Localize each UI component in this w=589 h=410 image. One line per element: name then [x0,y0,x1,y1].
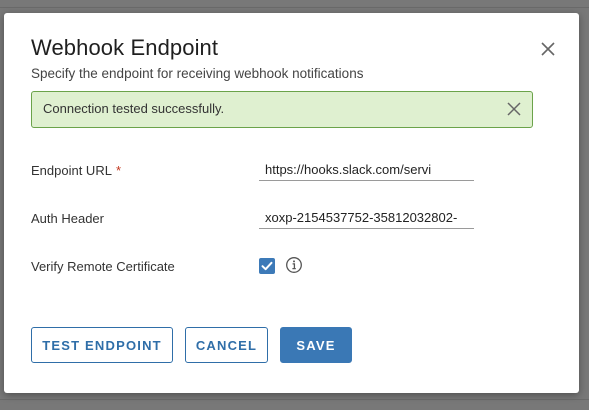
webhook-dialog: Webhook Endpoint Specify the endpoint fo… [4,13,579,393]
close-icon[interactable] [505,100,523,118]
auth-header-input[interactable] [259,207,474,229]
info-icon[interactable] [285,256,303,274]
test-endpoint-button[interactable]: TEST ENDPOINT [31,327,173,363]
dialog-title: Webhook Endpoint [31,35,219,60]
checkmark-icon [261,261,273,271]
auth-header-label: Auth Header [31,211,104,226]
backdrop-divider [0,7,589,8]
close-icon[interactable] [538,39,558,59]
backdrop-divider [0,399,589,400]
endpoint-url-label: Endpoint URL * [31,163,121,178]
endpoint-url-label-text: Endpoint URL [31,163,112,178]
save-button[interactable]: SAVE [280,327,352,363]
verify-certificate-label: Verify Remote Certificate [31,259,175,274]
success-alert: Connection tested successfully. [31,91,533,128]
cancel-button[interactable]: CANCEL [185,327,268,363]
required-marker: * [115,163,122,178]
alert-message: Connection tested successfully. [43,101,225,116]
verify-certificate-checkbox[interactable] [259,258,275,274]
dialog-subtitle: Specify the endpoint for receiving webho… [31,66,364,81]
endpoint-url-input[interactable] [259,159,474,181]
